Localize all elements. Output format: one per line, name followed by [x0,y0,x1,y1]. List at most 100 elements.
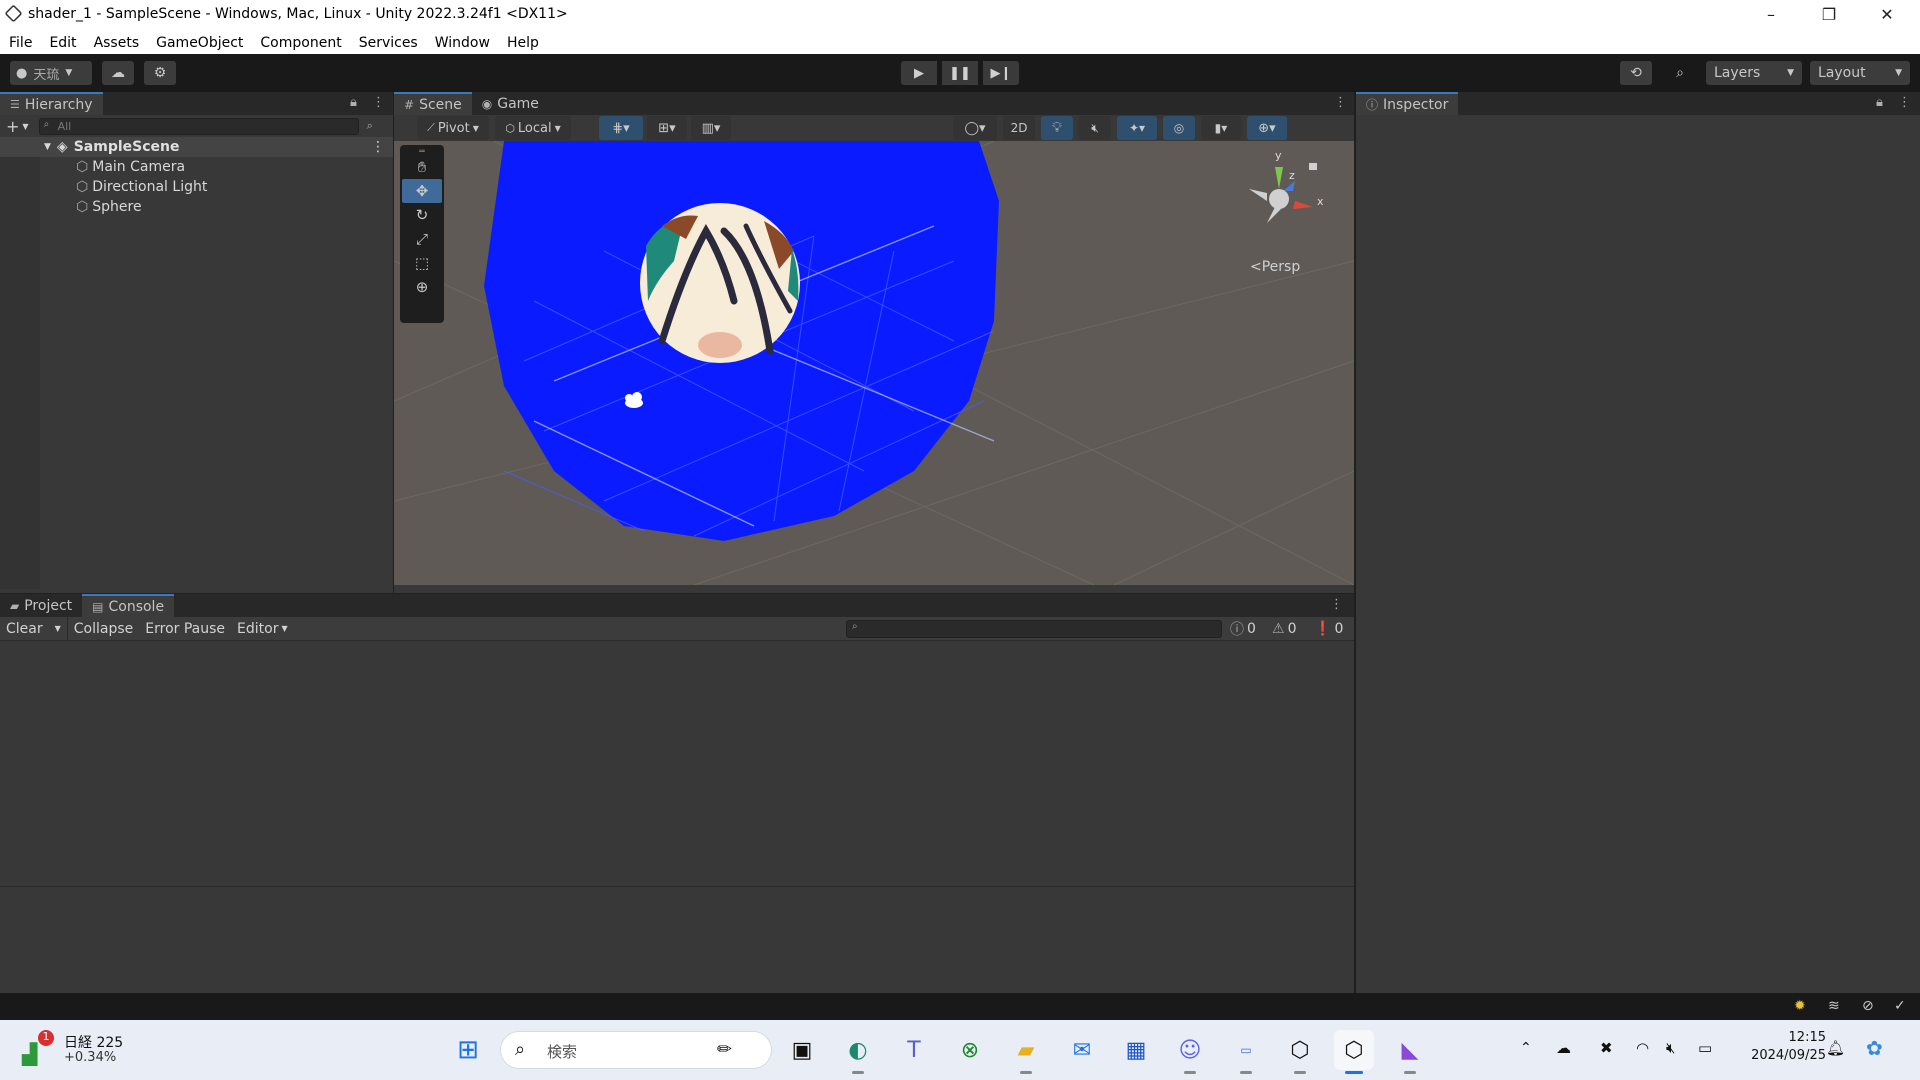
unity-editor-button[interactable]: ⬡ [1334,1030,1374,1074]
menu-help[interactable]: Help [498,31,547,51]
more-options-icon[interactable]: ⋮ [371,139,385,155]
tab-console[interactable]: ▤ Console [82,594,175,617]
cache-server-icon[interactable]: ≋ [1828,998,1840,1014]
menu-gameobject[interactable]: GameObject [147,31,251,51]
unity-hub-button[interactable]: ⬡ [1280,1030,1320,1074]
hierarchy-item-sphere[interactable]: ⬡ Sphere [0,197,393,217]
play-button[interactable]: ▶ [901,61,937,85]
task-view-button[interactable]: ▣ [782,1030,822,1070]
lock-icon[interactable]: 🔒︎ [350,95,357,110]
layers-dropdown[interactable]: Layers ▼ [1706,61,1802,85]
scene-row[interactable]: ▼ ◈ SampleScene ⋮ [0,137,393,157]
pivot-dropdown[interactable]: ⟋ Pivot ▼ [417,116,489,140]
editor-dropdown[interactable]: Editor ▼ [231,617,294,641]
draw-mode-dropdown[interactable]: ◯▾ [953,116,997,140]
more-options-icon[interactable]: ⋮ [1330,597,1343,612]
move-tool-button[interactable]: ✥ [402,179,442,203]
x-app-icon[interactable]: ✖ [1600,1039,1613,1057]
tab-hierarchy[interactable]: ☰ Hierarchy [0,92,103,115]
xbox-button[interactable]: ⊗ [950,1030,990,1070]
cloud-button[interactable]: ☁ [102,61,134,85]
menu-assets[interactable]: Assets [85,31,148,51]
battery-icon[interactable]: ▭ [1698,1039,1712,1057]
tab-inspector[interactable]: ⓘ Inspector [1356,92,1459,115]
add-object-button[interactable]: + [6,117,19,136]
palette-drag-handle[interactable]: ═ [402,147,442,157]
warning-count-toggle[interactable]: ⚠ 0 [1272,617,1296,641]
lock-icon[interactable]: 🔒︎ [1876,95,1883,110]
network-status-icon[interactable]: ⊘ [1862,998,1874,1014]
hierarchy-item-directional-light[interactable]: ⬡ Directional Light [0,177,393,197]
restore-button[interactable]: ❐ [1800,0,1858,28]
transform-tool-button[interactable]: ⊕ [402,275,442,299]
scene-viewport[interactable]: ═ ✋︎ ✥ ↻ ⤢ ⬚ ⊕ y z x < Persp [394,141,1354,585]
menu-edit[interactable]: Edit [40,31,84,51]
close-button[interactable]: ✕ [1858,0,1916,28]
tab-project[interactable]: ▰ Project [0,594,82,617]
orientation-gizmo[interactable]: y z x [1237,149,1337,259]
hierarchy-item-main-camera[interactable]: ⬡ Main Camera [0,157,393,177]
teams-button[interactable]: T [894,1030,934,1070]
error-count-toggle[interactable]: ❗ 0 [1314,617,1343,641]
mail-button[interactable]: ✉ [1062,1030,1102,1070]
hidden-objects-toggle[interactable]: ◎ [1163,116,1195,140]
console-detail-divider[interactable] [0,886,1354,887]
tab-game[interactable]: ◉ Game [472,92,549,115]
start-button[interactable]: ⊞ [448,1030,488,1070]
more-options-icon[interactable]: ⋮ [372,95,385,110]
tab-scene[interactable]: # Scene [394,92,472,115]
file-explorer-button[interactable]: ▰ [1006,1030,1046,1074]
layout-dropdown[interactable]: Layout ▼ [1810,61,1910,85]
discord-button[interactable]: ☺ [1170,1030,1210,1074]
honto-button[interactable]: ▭ [1226,1030,1266,1074]
rotate-tool-button[interactable]: ↻ [402,203,442,227]
toggle-2d-button[interactable]: 2D [1003,116,1035,140]
minimize-button[interactable]: – [1742,0,1800,28]
lighting-toggle[interactable]: 💡︎ [1041,116,1073,140]
wifi-icon[interactable]: ◠ [1636,1039,1649,1057]
account-dropdown[interactable]: ● 天琉 ▼ [10,61,92,85]
gizmos-dropdown[interactable]: ⊕▾ [1247,116,1287,140]
progress-status-icon[interactable]: ✓ [1894,998,1906,1014]
onedrive-icon[interactable]: ☁ [1556,1039,1571,1057]
clear-options-dropdown[interactable]: ▼ [49,616,68,641]
log-count-toggle[interactable]: ⓘ 0 [1230,617,1256,641]
projection-toggle[interactable]: < Persp [1250,259,1300,275]
local-dropdown[interactable]: ⬡ Local ▼ [495,116,571,140]
chevron-up-icon[interactable]: ⌃ [1520,1040,1532,1056]
camera-settings-dropdown[interactable]: ▮▾ [1201,116,1241,140]
hierarchy-search-field[interactable]: ⌕ All [38,117,359,135]
collab-button[interactable]: ⚙ [144,61,176,85]
collapse-button[interactable]: Collapse [68,617,140,641]
lighting-status-icon[interactable]: ✹ [1794,998,1806,1014]
menu-component[interactable]: Component [251,31,349,51]
copilot-icon[interactable]: ✿ [1866,1036,1883,1060]
history-button[interactable]: ⟲ [1620,61,1652,85]
hand-tool-button[interactable]: ✋︎ [402,155,442,179]
menu-services[interactable]: Services [350,31,426,51]
effects-dropdown[interactable]: ✦▾ [1117,116,1157,140]
scale-tool-button[interactable]: ⤢ [402,227,442,251]
store-button[interactable]: ▦ [1116,1030,1156,1070]
more-options-icon[interactable]: ⋮ [1898,95,1911,110]
step-button[interactable]: ▶❙ [983,61,1019,85]
clear-button[interactable]: Clear [0,617,49,641]
grid-visibility-button[interactable]: ⊞▾ [647,116,687,140]
audio-toggle[interactable]: 🔇︎ [1079,116,1111,140]
more-options-icon[interactable]: ⋮ [1334,95,1347,110]
search-options-icon[interactable]: ⌕ [367,119,373,133]
volume-muted-icon[interactable]: 🔇︎ [1666,1039,1675,1057]
menu-window[interactable]: Window [426,31,498,51]
increment-snap-button[interactable]: ▥▾ [691,116,731,140]
taskbar-search[interactable]: ⌕ 検索 ✏ [500,1031,772,1069]
stock-widget[interactable]: ▟ 1 日経 225 +0.34% [22,1030,142,1070]
search-button[interactable]: ⌕ [1665,61,1695,85]
visual-studio-button[interactable]: ◣ [1390,1030,1430,1074]
grid-snapping-button[interactable]: ⋕▾ [599,116,643,140]
edge-button[interactable]: ◐ [838,1030,878,1074]
console-search-field[interactable]: ⌕ [846,620,1222,638]
notification-bell-icon[interactable]: 🔔︎ [1826,1039,1845,1057]
menu-file[interactable]: File [0,31,40,51]
error-pause-button[interactable]: Error Pause [139,617,231,641]
rect-tool-button[interactable]: ⬚ [402,251,442,275]
